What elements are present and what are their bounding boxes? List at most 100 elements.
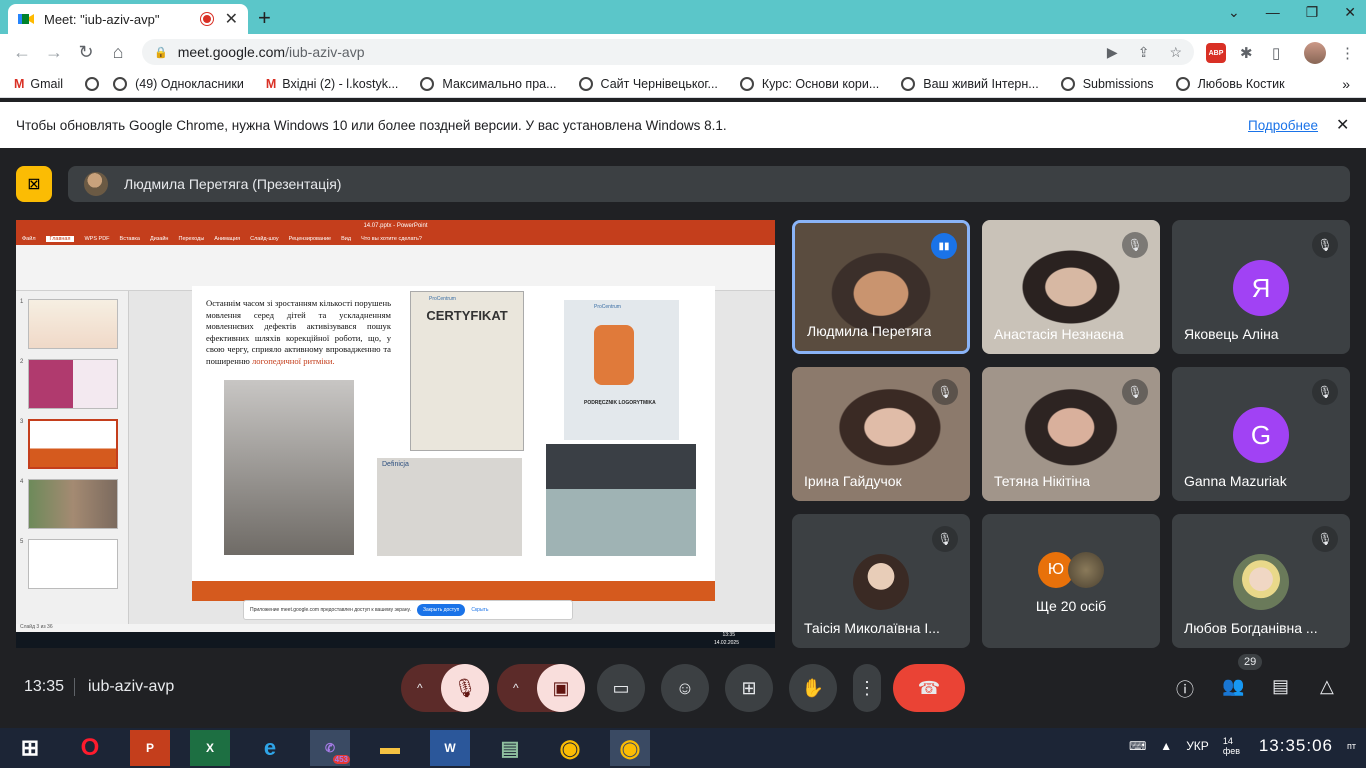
camera-in-use-icon[interactable]: ▶ [1107, 44, 1118, 61]
close-icon[interactable]: ✕ [1336, 115, 1349, 135]
info-icon[interactable]: ⓘ [1176, 676, 1194, 702]
restore-button[interactable]: ❐ [1306, 4, 1319, 21]
powerpoint-icon[interactable]: P [130, 730, 170, 766]
puzzle-icon[interactable]: ✱ [1240, 44, 1258, 62]
minimize-button[interactable]: — [1266, 4, 1280, 21]
participant-name: Ganna Mazuriak [1184, 473, 1287, 489]
slide-thumb [28, 299, 118, 349]
back-icon[interactable]: ← [6, 42, 38, 63]
participant-tile[interactable]: 🎙 Анастасія Незнаєна [982, 220, 1160, 354]
camera-toggle-button[interactable]: ▣ [537, 664, 585, 712]
others-tile[interactable]: Ю Ще 20 осіб [982, 514, 1160, 648]
present-button[interactable]: ⊞ [725, 664, 773, 712]
url-path: /iub-aziv-avp [285, 44, 365, 60]
globe-icon [901, 76, 916, 91]
new-tab-button[interactable]: + [258, 5, 271, 31]
avatar: Я [1233, 260, 1289, 316]
avatar: G [1233, 407, 1289, 463]
emoji-button[interactable]: ☺ [661, 664, 709, 712]
participant-name: Таісія Миколаївна І... [804, 620, 940, 636]
mic-control: ^ 🎙 [401, 664, 489, 712]
participant-tile[interactable]: 🎙 Я Яковець Аліна [1172, 220, 1350, 354]
participant-tile[interactable]: 🎙 Любов Богданівна ... [1172, 514, 1350, 648]
chrome-profile-icon[interactable]: ◉ [610, 730, 650, 766]
stop-sharing-button[interactable]: Закрыть доступ [416, 604, 466, 616]
bookmark-item[interactable]: Сайт Чернівецьког... [578, 76, 718, 91]
bookmark-item[interactable]: (49) Однокласники [85, 76, 244, 91]
chevron-down-icon[interactable]: ⌄ [1228, 4, 1240, 21]
tray-date: 14 фев [1222, 736, 1241, 756]
hide-button[interactable]: Скрыть [471, 607, 488, 613]
bookmark-label: Вхідні (2) - l.kostyk... [282, 76, 399, 91]
bookmark-star-icon[interactable]: ☆ [1169, 44, 1182, 61]
viber-icon[interactable]: ✆ 453 [310, 730, 350, 766]
mic-options-chevron-icon[interactable]: ^ [417, 681, 423, 695]
remote-date: 14.02.2025 [713, 640, 739, 646]
people-count-badge: 29 [1238, 654, 1263, 670]
bookmark-item[interactable]: Любовь Костик [1175, 76, 1285, 91]
participant-tile[interactable]: ▮▮ Людмила Перетяга [792, 220, 970, 354]
mic-off-icon: 🎙 [1312, 232, 1338, 258]
bookmark-label: Курс: Основи кори... [761, 76, 880, 91]
activities-icon[interactable]: △ [1320, 676, 1334, 697]
participant-tile[interactable]: 🎙 G Ganna Mazuriak [1172, 367, 1350, 501]
bookmark-item[interactable]: Максимально пра... [420, 76, 557, 91]
edge-icon[interactable]: e [250, 730, 290, 766]
forward-icon[interactable]: → [38, 42, 70, 63]
stop-presenting-icon[interactable]: ⊠ [16, 166, 52, 202]
language-indicator[interactable]: УКР [1186, 739, 1209, 753]
excel-icon[interactable]: X [190, 730, 230, 766]
document-icon[interactable]: ▤ [490, 730, 530, 766]
bookmark-item[interactable]: Submissions [1060, 76, 1154, 91]
opera-icon[interactable]: O [70, 730, 110, 766]
more-bookmarks-icon[interactable]: » [1342, 76, 1350, 92]
mic-toggle-button[interactable]: 🎙 [441, 664, 489, 712]
profile-avatar[interactable] [1304, 42, 1326, 64]
more-options-button[interactable]: ⋮ [853, 664, 881, 712]
certificate-photo: ProCentrum CERTYFIKAT [410, 291, 524, 451]
bookmark-gmail[interactable]: M Gmail [14, 77, 63, 91]
keyboard-icon[interactable]: ⌨ [1129, 739, 1146, 753]
globe-icon [113, 76, 128, 91]
bookmark-item[interactable]: Ваш живий Інтерн... [901, 76, 1039, 91]
file-explorer-icon[interactable]: ▬ [370, 730, 410, 766]
ppt-menu-item: Рецензирование [288, 236, 332, 242]
ppt-menu: Файл Главная WPS PDF Вставка Дизайн Пере… [16, 233, 775, 245]
share-icon[interactable]: ⇪ [1138, 44, 1150, 61]
tray-chevron-icon[interactable]: ▲ [1160, 739, 1172, 753]
bookmark-item[interactable]: Курс: Основи кори... [739, 76, 880, 91]
slide-thumb [28, 359, 118, 409]
address-bar[interactable]: 🔒 meet.google.com/iub-aziv-avp ▶ ⇪ ☆ [142, 39, 1194, 65]
participant-tile[interactable]: 🎙 Ірина Гайдучок [792, 367, 970, 501]
raise-hand-button[interactable]: ✋ [789, 664, 837, 712]
chrome-icon[interactable]: ◉ [550, 730, 590, 766]
close-window-button[interactable]: ✕ [1344, 4, 1356, 21]
people-icon[interactable]: 👥 [1222, 676, 1244, 697]
learn-more-link[interactable]: Подробнее [1248, 118, 1318, 133]
captions-button[interactable]: ▭ [597, 664, 645, 712]
recording-icon [200, 13, 213, 25]
tab-meet[interactable]: Meet: "iub-aziv-avp" ✕ [8, 4, 248, 34]
chat-icon[interactable]: ▤ [1272, 676, 1289, 697]
globe-icon [1175, 76, 1190, 91]
home-icon[interactable]: ⌂ [102, 42, 134, 63]
infobar-text: Чтобы обновлять Google Chrome, нужна Win… [16, 117, 727, 133]
participant-name: Тетяна Нікітіна [994, 473, 1090, 489]
side-panel-icon[interactable]: ▯ [1272, 44, 1290, 62]
participant-tile[interactable]: 🎙 Тетяна Нікітіна [982, 367, 1160, 501]
adblock-icon[interactable]: ABP [1206, 43, 1226, 63]
start-icon[interactable]: ⊞ [10, 730, 50, 766]
avatar [84, 172, 108, 196]
globe-icon [1060, 76, 1075, 91]
ppt-menu-item: Слайд-шоу [250, 236, 279, 242]
participant-tile[interactable]: 🎙 Таісія Миколаївна І... [792, 514, 970, 648]
menu-icon[interactable]: ⋮ [1340, 44, 1358, 62]
thumb-number: 4 [20, 479, 24, 485]
camera-options-chevron-icon[interactable]: ^ [513, 681, 519, 695]
reload-icon[interactable]: ↻ [70, 42, 102, 63]
leave-call-button[interactable]: ☎ [893, 664, 965, 712]
close-tab-icon[interactable]: ✕ [225, 9, 238, 29]
word-icon[interactable]: W [430, 730, 470, 766]
taskbar-clock[interactable]: 13:35:06 [1259, 736, 1333, 756]
bookmark-item[interactable]: M Вхідні (2) - l.kostyk... [266, 77, 399, 91]
